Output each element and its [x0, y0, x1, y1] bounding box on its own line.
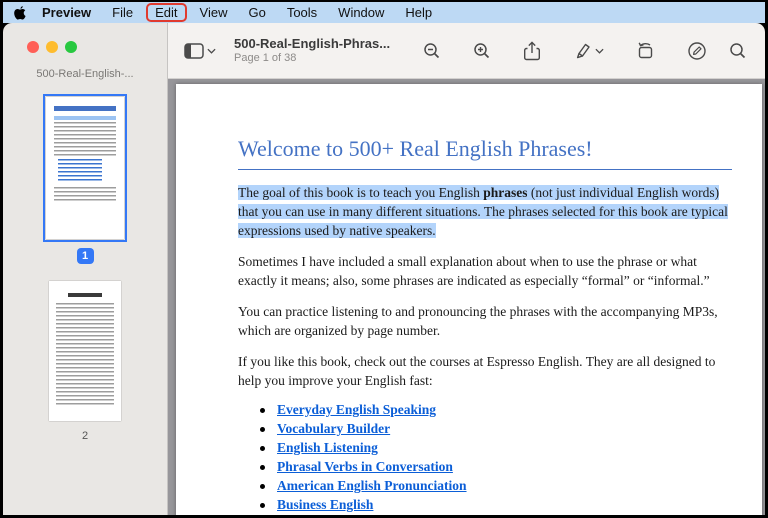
list-item: Business English [260, 497, 732, 513]
paragraph-3: You can practice listening to and pronou… [238, 304, 718, 338]
selected-text-bold: phrases [483, 185, 528, 200]
link-vocabulary-builder[interactable]: Vocabulary Builder [277, 421, 390, 437]
thumbnail-2-page-number: 2 [81, 430, 89, 442]
rotate-button[interactable] [632, 37, 659, 64]
thumb2-text-lines [56, 303, 114, 407]
bullet-icon [260, 426, 265, 432]
zoom-button[interactable] [65, 41, 77, 53]
thumb1-link-lines [58, 159, 102, 183]
thumbnail-1-page-badge: 1 [76, 248, 94, 264]
sidebar-doc-label: 500-Real-English-... [36, 68, 134, 80]
chevron-down-icon [207, 48, 216, 54]
selected-text: The goal of this book is to teach you En… [238, 185, 484, 200]
share-icon [524, 40, 540, 60]
list-item: Phrasal Verbs in Conversation [260, 459, 732, 475]
marker-pen-icon [576, 43, 590, 59]
course-link-list: Everyday English Speaking Vocabulary Bui… [260, 402, 732, 515]
menu-view[interactable]: View [199, 5, 229, 20]
sidebar: 500-Real-English-... 1 2 [3, 23, 168, 515]
thumb2-title-line [68, 293, 102, 297]
bullet-icon [260, 445, 265, 451]
minimize-button[interactable] [46, 41, 58, 53]
menu-edit[interactable]: Edit [146, 3, 187, 22]
sidebar-toggle-button[interactable] [180, 39, 220, 63]
page-indicator: Page 1 of 38 [234, 51, 297, 64]
menu-app-name[interactable]: Preview [42, 5, 91, 20]
share-button[interactable] [519, 37, 545, 65]
toolbar: 500-Real-English-Phras... Page 1 of 38 [168, 23, 765, 79]
markup-toolbar-button[interactable] [683, 37, 711, 65]
link-everyday-english-speaking[interactable]: Everyday English Speaking [277, 402, 436, 418]
paragraph-4: If you like this book, check out the cou… [238, 354, 716, 388]
pdf-page: Welcome to 500+ Real English Phrases! Th… [176, 84, 762, 515]
sidebar-icon [184, 42, 204, 59]
bullet-icon [260, 483, 265, 489]
apple-icon [14, 6, 26, 20]
close-button[interactable] [27, 41, 39, 53]
menu-file[interactable]: File [111, 5, 134, 20]
search-button[interactable] [725, 38, 751, 64]
thumbnail-page-2[interactable] [49, 281, 121, 421]
list-item: American English Pronunciation [260, 478, 732, 494]
list-item: Vocabulary Builder [260, 421, 732, 437]
highlight-button[interactable] [569, 37, 608, 64]
apple-menu[interactable] [14, 5, 27, 20]
list-item: Everyday English Speaking [260, 402, 732, 418]
menu-window[interactable]: Window [337, 5, 385, 20]
link-business-english[interactable]: Business English [277, 497, 373, 513]
link-phrasal-verbs[interactable]: Phrasal Verbs in Conversation [277, 459, 453, 475]
page-title: Welcome to 500+ Real English Phrases! [238, 136, 732, 170]
paragraph-2: Sometimes I have included a small explan… [238, 254, 710, 288]
document-viewport[interactable]: Welcome to 500+ Real English Phrases! Th… [168, 79, 765, 515]
window-controls [3, 23, 167, 53]
pencil-circle-icon [688, 41, 706, 60]
zoom-in-button[interactable] [469, 38, 495, 64]
thumb1-highlight-line [54, 116, 116, 120]
bullet-icon [260, 464, 265, 470]
zoom-in-icon [474, 42, 490, 58]
thumbnail-page-1[interactable] [43, 94, 127, 242]
document-title-block: 500-Real-English-Phras... Page 1 of 38 [234, 36, 390, 66]
screenshot-frame: Preview File Edit View Go Tools Window H… [0, 0, 768, 518]
thumb1-text-lines [54, 122, 116, 156]
zoom-out-button[interactable] [419, 38, 445, 64]
zoom-out-icon [424, 42, 440, 58]
preview-window: 500-Real-English-... 1 2 500-Real-Englis… [3, 23, 765, 515]
link-american-pronunciation[interactable]: American English Pronunciation [277, 478, 467, 494]
thumbnail-list: 1 2 [3, 80, 167, 442]
thumb1-text-lines-2 [54, 187, 116, 201]
chevron-down-icon [595, 48, 604, 54]
paragraph-1: The goal of this book is to teach you En… [238, 183, 732, 240]
main-area: 500-Real-English-Phras... Page 1 of 38 W… [168, 23, 765, 515]
list-item: English Listening [260, 440, 732, 456]
menu-go[interactable]: Go [247, 5, 266, 20]
menu-tools[interactable]: Tools [286, 5, 318, 20]
thumb1-title-line [54, 106, 116, 111]
search-icon [730, 42, 746, 58]
menu-help[interactable]: Help [404, 5, 433, 20]
document-title: 500-Real-English-Phras... [234, 35, 391, 51]
link-english-listening[interactable]: English Listening [277, 440, 378, 456]
menu-bar: Preview File Edit View Go Tools Window H… [3, 2, 765, 23]
bullet-icon [260, 407, 265, 413]
bullet-icon [260, 502, 265, 508]
rotate-icon [638, 42, 653, 59]
